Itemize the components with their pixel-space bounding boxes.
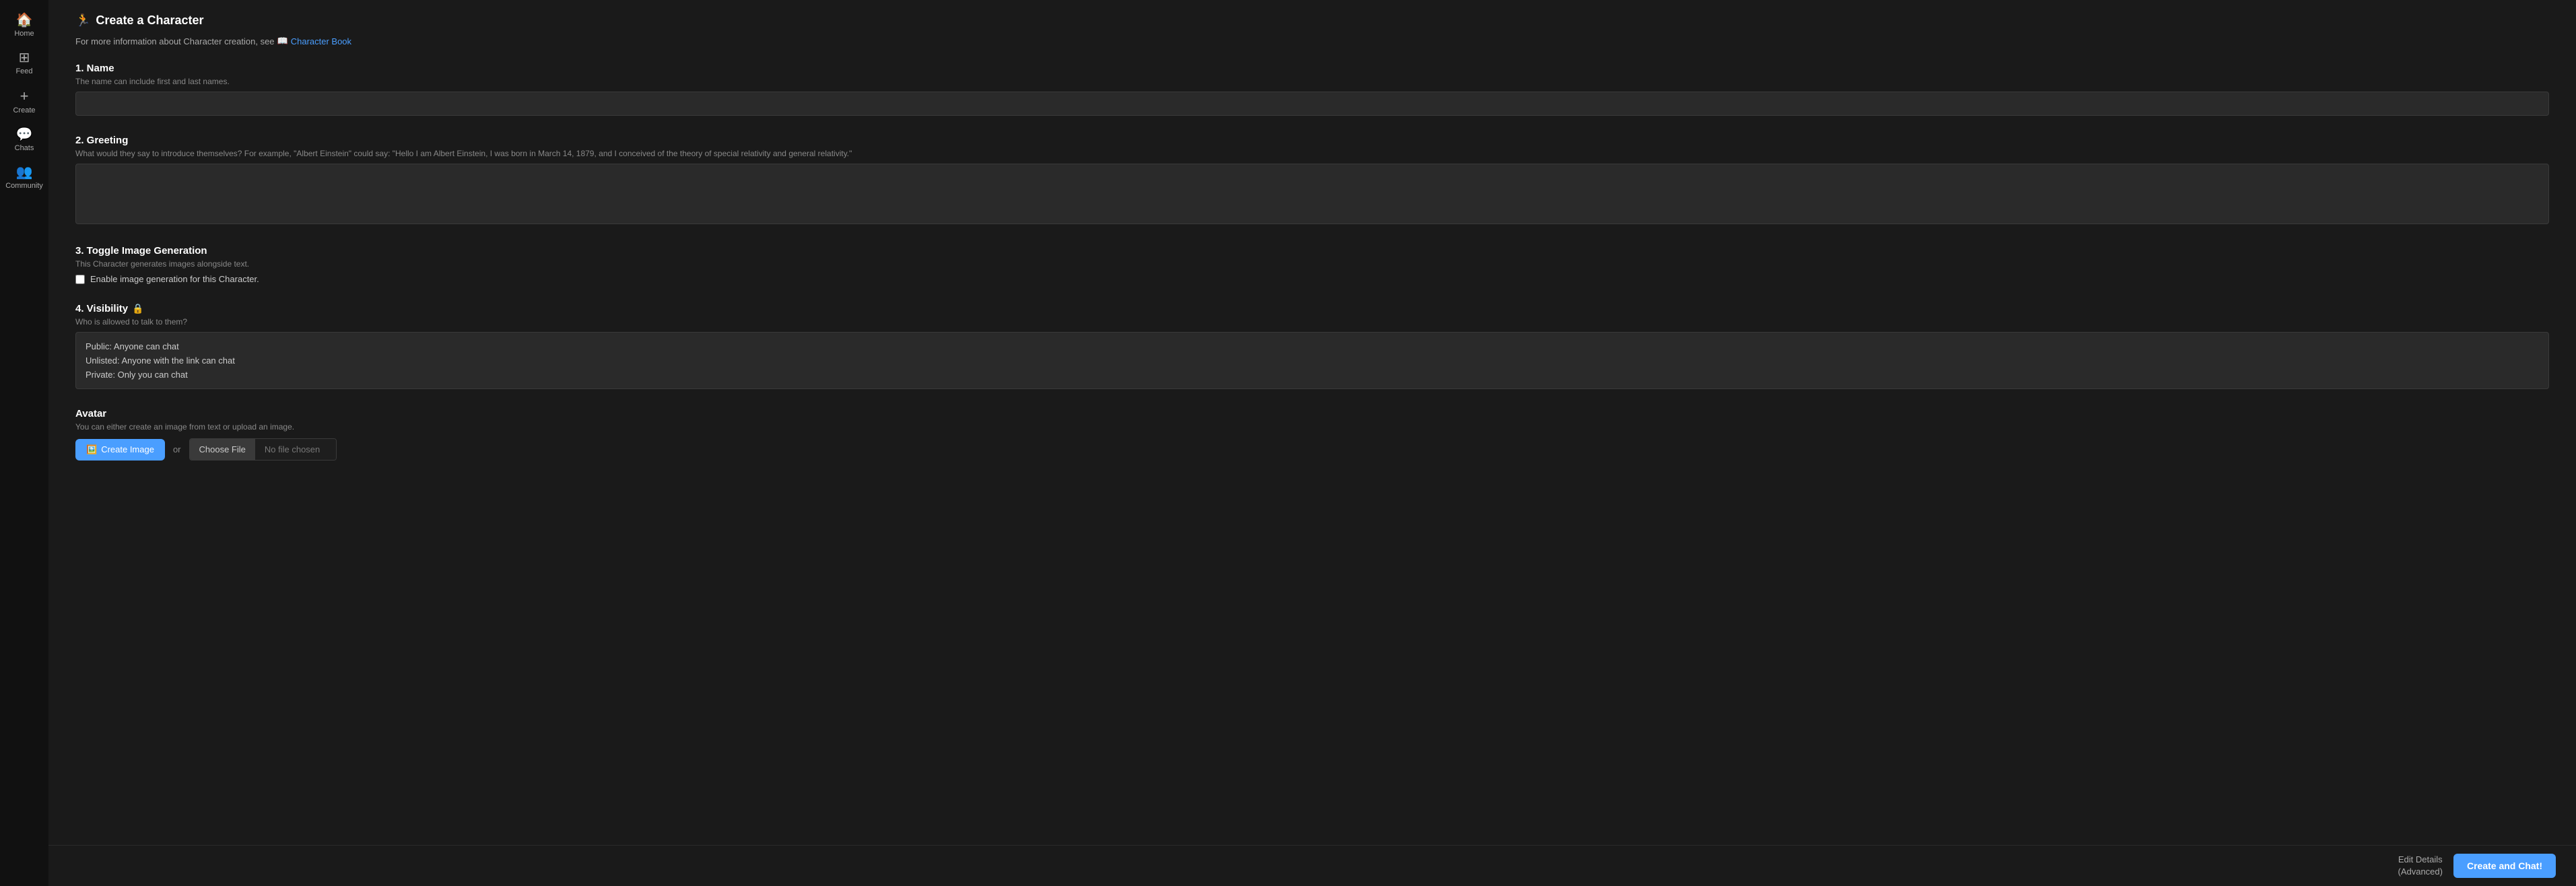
greeting-section-subtitle: What would they say to introduce themsel… [75, 149, 2549, 158]
greeting-section-title: 2. Greeting [75, 135, 2549, 146]
image-gen-checkbox-label[interactable]: Enable image generation for this Charact… [90, 274, 259, 284]
create-icon: + [20, 89, 29, 104]
info-prefix-text: For more information about Character cre… [75, 36, 275, 46]
character-book-link[interactable]: 📖 Character Book [277, 36, 352, 46]
info-bar: For more information about Character cre… [75, 36, 2549, 46]
name-section-title: 1. Name [75, 63, 2549, 74]
page-title-row: 🏃 Create a Character [75, 13, 2549, 28]
visibility-option-public: Public: Anyone can chat [86, 339, 2539, 353]
sidebar-item-community[interactable]: 👥 Community [3, 160, 46, 195]
sidebar-item-create-label: Create [13, 106, 35, 114]
visibility-title: 4. Visibility 🔒 [75, 303, 2549, 314]
create-and-chat-button[interactable]: Create and Chat! [2453, 854, 2556, 878]
image-gen-checkbox-row: Enable image generation for this Charact… [75, 274, 2549, 284]
section-avatar: Avatar You can either create an image fr… [75, 408, 2549, 461]
section-name: 1. Name The name can include first and l… [75, 63, 2549, 116]
feed-icon: ⊞ [19, 51, 30, 65]
sidebar-item-home[interactable]: 🏠 Home [3, 8, 46, 43]
name-section-subtitle: The name can include first and last name… [75, 77, 2549, 86]
visibility-option-private: Private: Only you can chat [86, 368, 2539, 382]
community-icon: 👥 [16, 166, 33, 179]
book-icon: 📖 [277, 36, 288, 46]
sidebar-item-feed-label: Feed [15, 67, 32, 75]
page-title-icon: 🏃 [75, 13, 90, 28]
choose-file-button[interactable]: Choose File [190, 439, 255, 460]
or-text: or [173, 444, 181, 454]
greeting-input[interactable] [75, 164, 2549, 224]
chats-icon: 💬 [16, 128, 33, 141]
name-input[interactable] [75, 92, 2549, 116]
sidebar-item-create[interactable]: + Create [3, 83, 46, 120]
section-greeting: 2. Greeting What would they say to intro… [75, 135, 2549, 226]
home-icon: 🏠 [16, 13, 33, 27]
avatar-section-title: Avatar [75, 408, 2549, 419]
visibility-subtitle: Who is allowed to talk to them? [75, 317, 2549, 327]
create-image-btn-label: Create Image [101, 444, 154, 454]
main-content: 🏃 Create a Character For more informatio… [48, 0, 2576, 886]
section-visibility: 4. Visibility 🔒 Who is allowed to talk t… [75, 303, 2549, 389]
sidebar-item-chats[interactable]: 💬 Chats [3, 123, 46, 158]
section-image-generation: 3. Toggle Image Generation This Characte… [75, 245, 2549, 284]
file-chooser: Choose File No file chosen [189, 438, 337, 461]
page-title-text: Create a Character [96, 13, 203, 28]
sidebar: 🏠 Home ⊞ Feed + Create 💬 Chats 👥 Communi… [0, 0, 48, 886]
book-link-text: Character Book [291, 36, 351, 46]
edit-details-button[interactable]: Edit Details (Advanced) [2398, 854, 2442, 878]
visibility-option-unlisted: Unlisted: Anyone with the link can chat [86, 353, 2539, 368]
edit-details-line1: Edit Details [2398, 854, 2442, 866]
visibility-options-box: Public: Anyone can chat Unlisted: Anyone… [75, 332, 2549, 389]
sidebar-item-feed[interactable]: ⊞ Feed [3, 46, 46, 81]
no-file-text: No file chosen [255, 439, 336, 460]
image-gen-section-subtitle: This Character generates images alongsid… [75, 259, 2549, 269]
avatar-controls-row: 🖼️ Create Image or Choose File No file c… [75, 438, 2549, 461]
visibility-title-text: 4. Visibility [75, 303, 128, 314]
image-gen-checkbox[interactable] [75, 275, 85, 284]
sidebar-item-community-label: Community [5, 182, 43, 190]
avatar-section-subtitle: You can either create an image from text… [75, 422, 2549, 432]
image-gen-section-title: 3. Toggle Image Generation [75, 245, 2549, 257]
create-image-button[interactable]: 🖼️ Create Image [75, 439, 165, 461]
sidebar-item-chats-label: Chats [15, 144, 34, 152]
lock-icon: 🔒 [132, 303, 143, 314]
sidebar-item-home-label: Home [14, 30, 34, 38]
create-image-btn-icon: 🖼️ [86, 444, 97, 455]
bottom-bar: Edit Details (Advanced) Create and Chat! [48, 845, 2576, 886]
edit-details-line2: (Advanced) [2398, 866, 2442, 878]
